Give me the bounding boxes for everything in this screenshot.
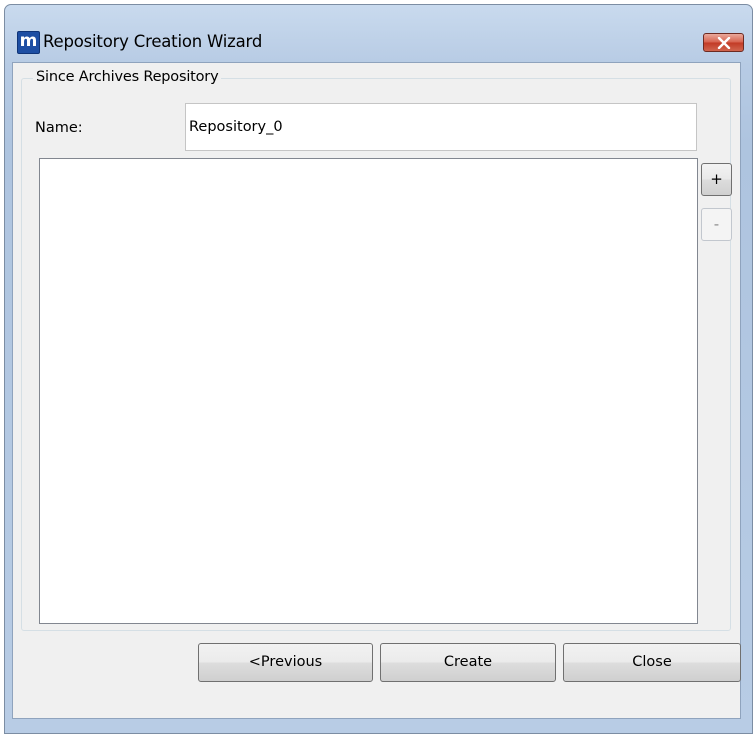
add-item-button[interactable]: + <box>701 163 732 196</box>
remove-item-button[interactable]: - <box>701 208 732 241</box>
repository-items-list[interactable] <box>39 158 698 624</box>
close-icon <box>717 37 731 49</box>
create-button[interactable]: Create <box>380 643 556 682</box>
close-button[interactable]: Close <box>563 643 741 682</box>
previous-button[interactable]: <Previous <box>198 643 373 682</box>
name-label: Name: <box>35 120 83 136</box>
title-bar[interactable]: m Repository Creation Wizard <box>5 5 752 61</box>
window-title: Repository Creation Wizard <box>43 32 263 51</box>
app-logo-icon: m <box>17 31 40 54</box>
group-title: Since Archives Repository <box>33 67 222 87</box>
window-close-button[interactable] <box>703 33 744 52</box>
name-input[interactable] <box>185 103 697 151</box>
dialog-body: Since Archives Repository Name: + - <box>12 62 741 719</box>
